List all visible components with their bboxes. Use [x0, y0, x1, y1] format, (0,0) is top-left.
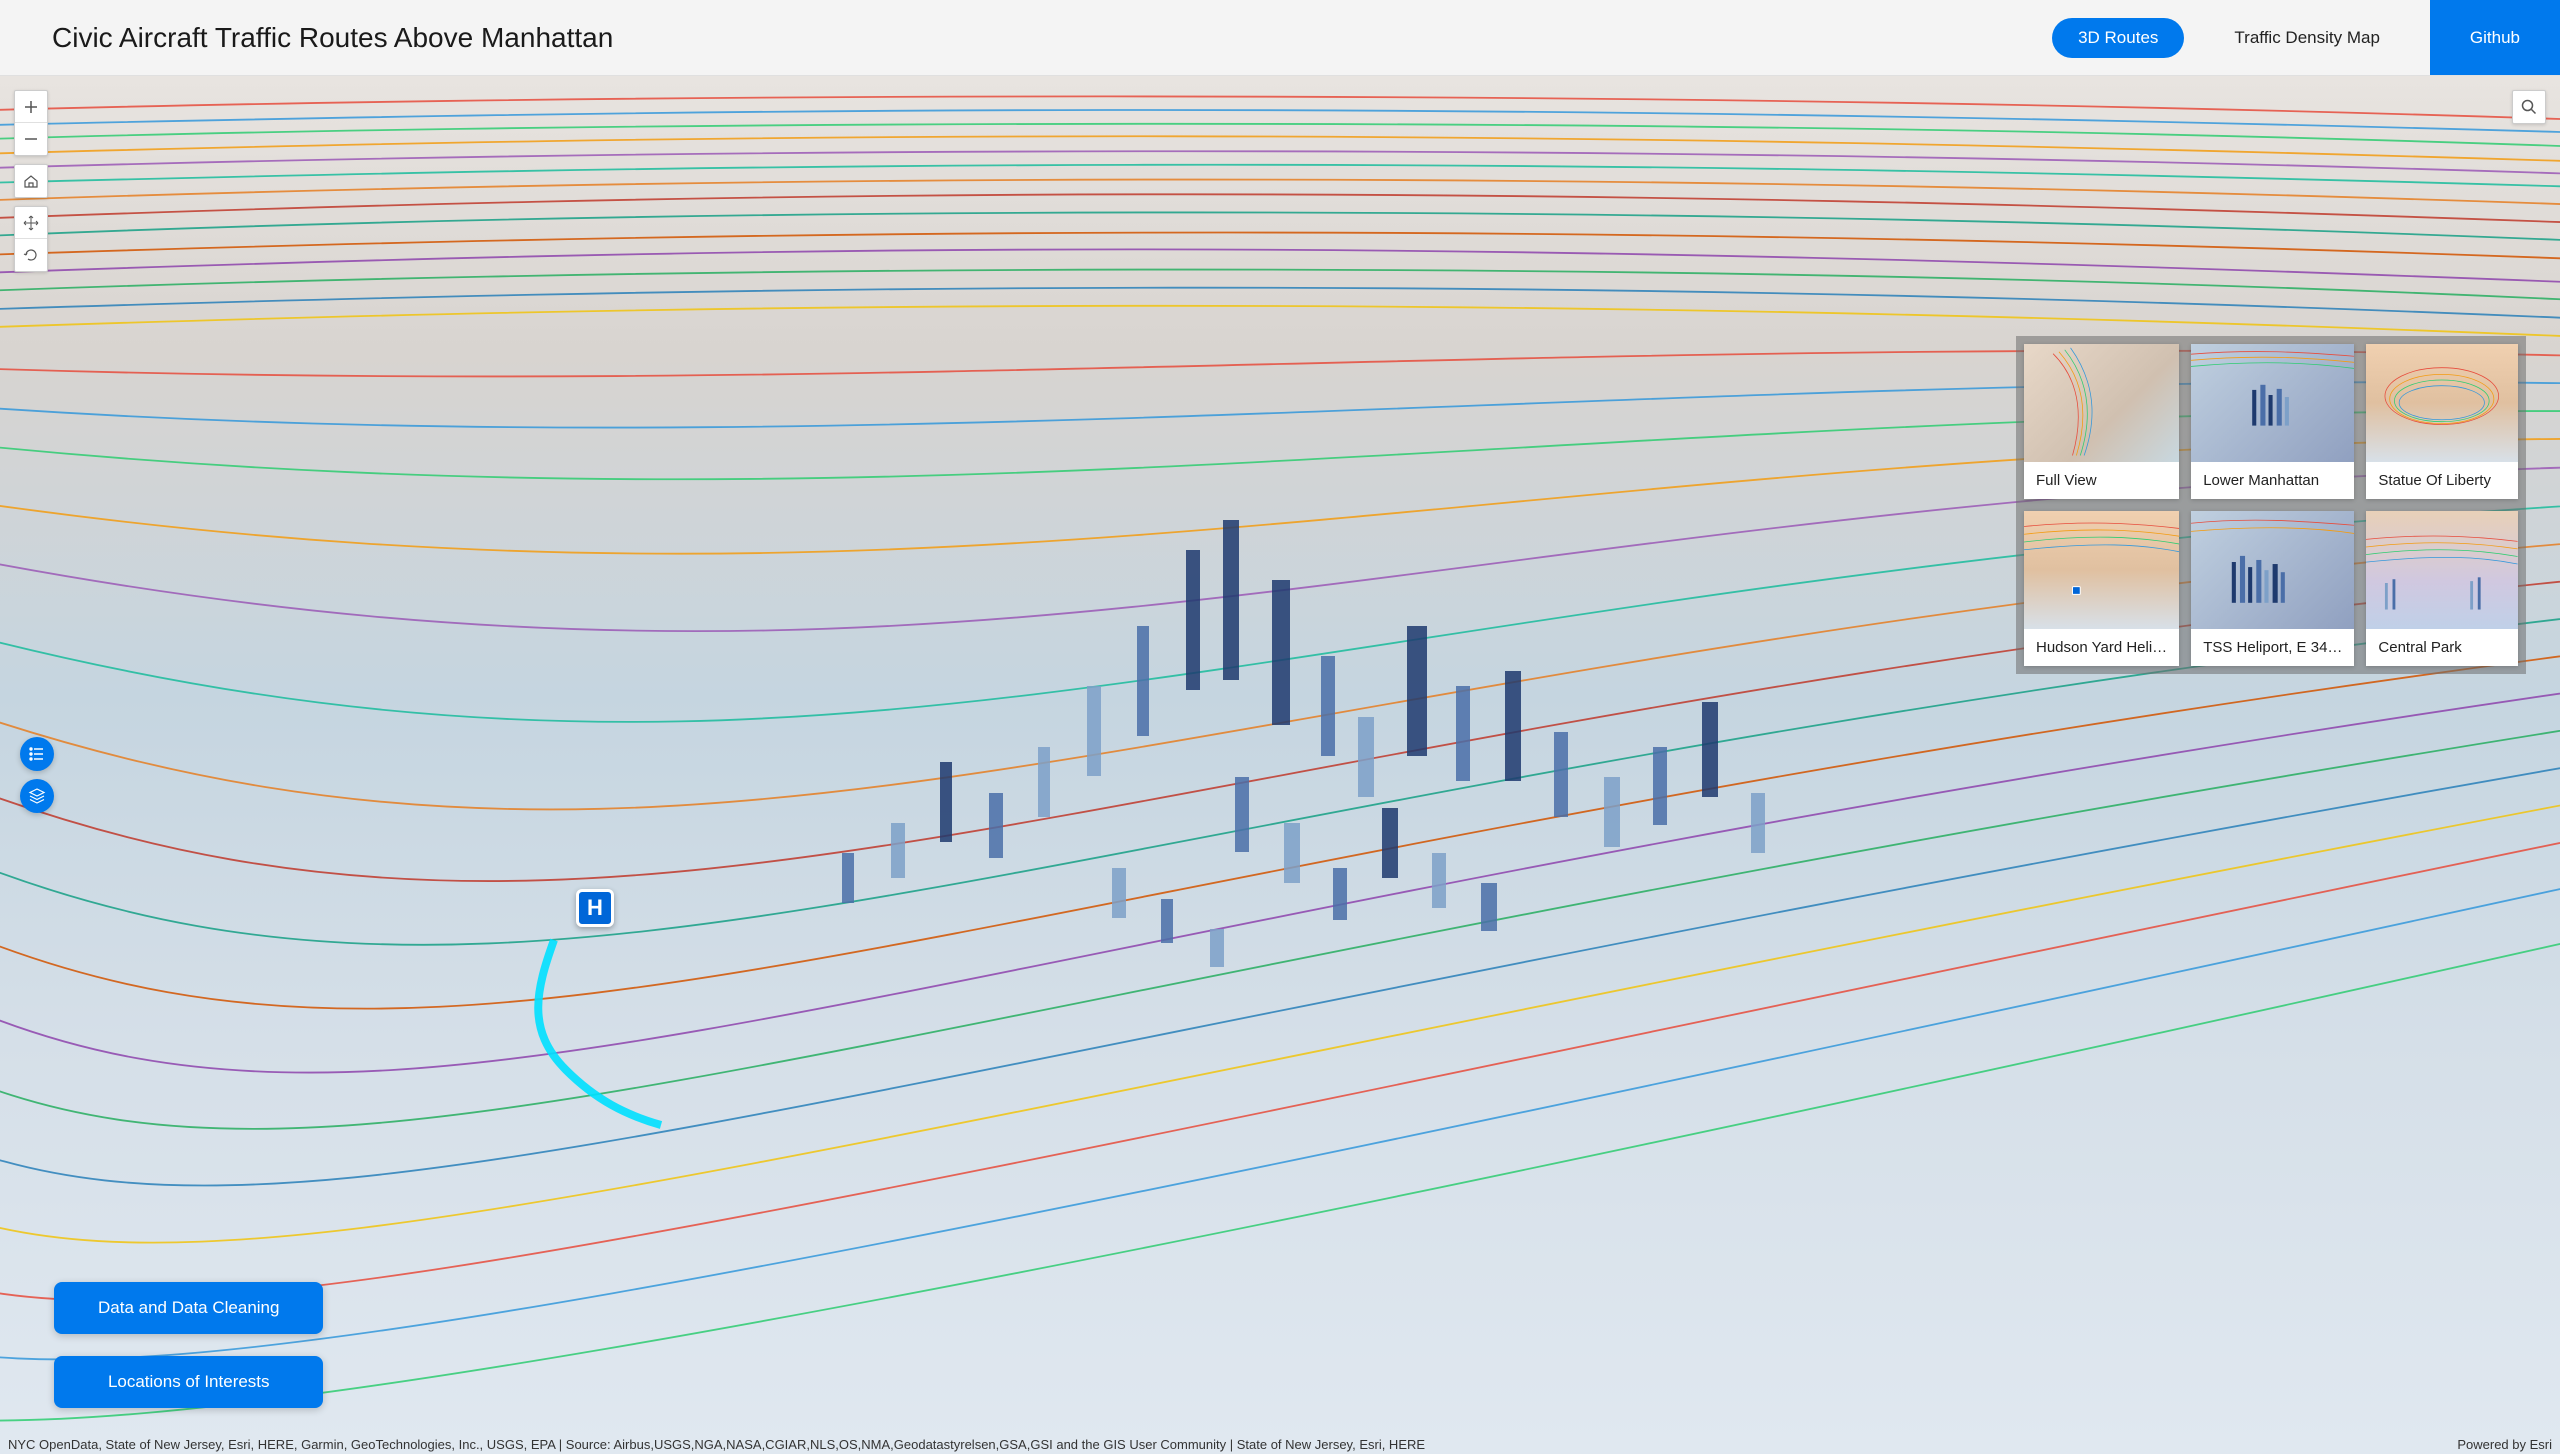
heliport-marker[interactable]: H — [576, 889, 614, 927]
pan-button[interactable] — [15, 207, 47, 239]
info-buttons: Data and Data Cleaning Locations of Inte… — [54, 1282, 323, 1408]
bookmark-statue-of-liberty[interactable]: Statue Of Liberty — [2366, 344, 2518, 499]
search-button[interactable] — [2512, 90, 2546, 124]
github-button[interactable]: Github — [2430, 0, 2560, 75]
home-button[interactable] — [15, 165, 47, 197]
bookmark-label: Full View — [2024, 462, 2179, 499]
powered-by-text[interactable]: Powered by Esri — [2437, 1437, 2552, 1452]
home-icon — [23, 173, 39, 189]
bookmark-thumbnail — [2366, 511, 2518, 629]
floating-tools — [20, 737, 54, 813]
bookmark-central-park[interactable]: Central Park — [2366, 511, 2518, 666]
bookmark-hudson-yard-heliport[interactable]: Hudson Yard Heli… — [2024, 511, 2179, 666]
attribution-bar: NYC OpenData, State of New Jersey, Esri,… — [0, 1435, 2560, 1454]
legend-button[interactable] — [20, 737, 54, 771]
bookmark-thumbnail — [2024, 344, 2179, 462]
bookmark-tss-heliport[interactable]: TSS Heliport, E 34… — [2191, 511, 2354, 666]
header: Civic Aircraft Traffic Routes Above Manh… — [0, 0, 2560, 76]
search-icon — [2520, 98, 2538, 116]
zoom-in-button[interactable] — [15, 91, 47, 123]
nav: 3D Routes Traffic Density Map Github — [2052, 0, 2560, 75]
data-cleaning-button[interactable]: Data and Data Cleaning — [54, 1282, 323, 1334]
minus-icon — [23, 131, 39, 147]
bookmark-thumbnail — [2191, 511, 2354, 629]
layers-button[interactable] — [20, 779, 54, 813]
bookmark-thumbnail — [2191, 344, 2354, 462]
bookmark-label: TSS Heliport, E 34… — [2191, 629, 2354, 666]
attribution-text: NYC OpenData, State of New Jersey, Esri,… — [8, 1437, 1425, 1452]
rotate-icon — [23, 247, 39, 263]
pan-icon — [23, 215, 39, 231]
rotate-button[interactable] — [15, 239, 47, 271]
map-view[interactable]: H — [0, 76, 2560, 1454]
locations-button[interactable]: Locations of Interests — [54, 1356, 323, 1408]
bookmark-thumbnail — [2366, 344, 2518, 462]
page-title: Civic Aircraft Traffic Routes Above Manh… — [52, 22, 613, 54]
bookmark-label: Central Park — [2366, 629, 2518, 666]
plus-icon — [23, 99, 39, 115]
bookmark-thumbnail — [2024, 511, 2179, 629]
nav-3d-routes[interactable]: 3D Routes — [2052, 18, 2184, 58]
layers-icon — [28, 787, 46, 805]
heliport-trail — [486, 930, 686, 1130]
map-controls — [14, 90, 48, 280]
bookmarks-panel: Full View Lower Manhattan Statue Of Libe… — [2016, 336, 2526, 674]
nav-traffic-density[interactable]: Traffic Density Map — [2208, 18, 2406, 58]
bookmark-label: Hudson Yard Heli… — [2024, 629, 2179, 666]
bookmark-label: Statue Of Liberty — [2366, 462, 2518, 499]
bookmark-full-view[interactable]: Full View — [2024, 344, 2179, 499]
bookmark-label: Lower Manhattan — [2191, 462, 2354, 499]
zoom-out-button[interactable] — [15, 123, 47, 155]
bookmark-lower-manhattan[interactable]: Lower Manhattan — [2191, 344, 2354, 499]
list-icon — [28, 745, 46, 763]
city-3d-buildings — [768, 489, 1997, 1247]
